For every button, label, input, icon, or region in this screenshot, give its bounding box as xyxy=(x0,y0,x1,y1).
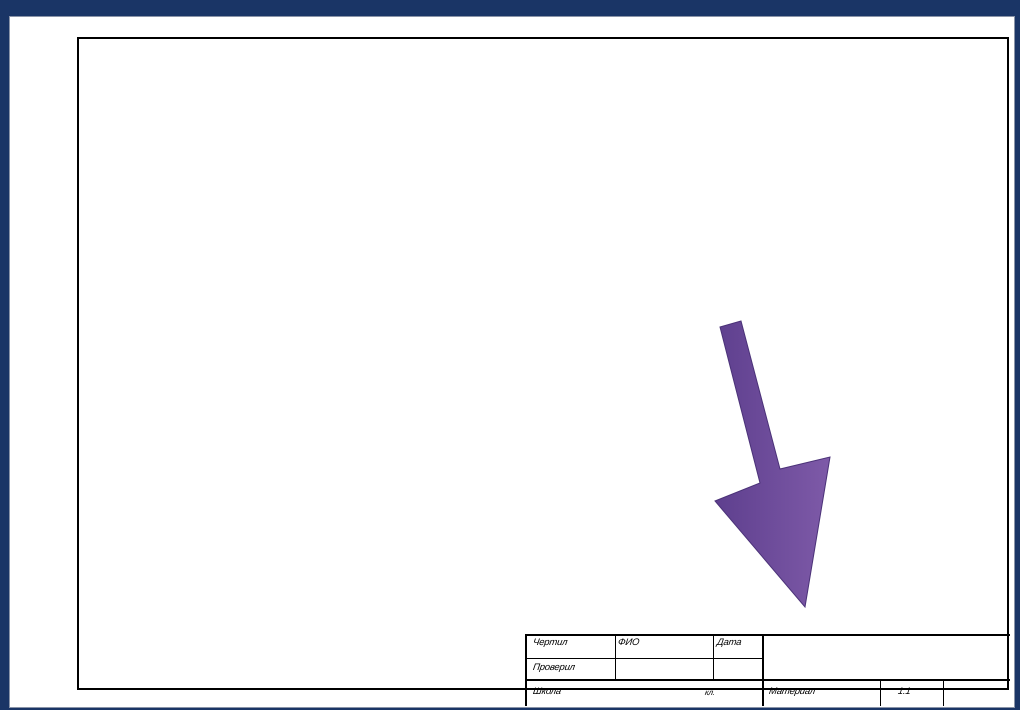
drawing-sheet: Чертил ФИО Дата Проверил Школа кл. Матер… xyxy=(9,16,1015,708)
title-block-left-line xyxy=(525,634,527,706)
drawn-by-label: Чертил xyxy=(532,637,569,648)
down-arrow-icon xyxy=(714,320,831,609)
drawing-frame xyxy=(77,37,1009,690)
title-block-col-line xyxy=(880,680,881,706)
class-label: кл. xyxy=(704,688,716,697)
title-block-top-line xyxy=(525,634,1010,636)
title-block-col-line xyxy=(762,634,764,706)
school-label: Школа xyxy=(532,686,562,697)
material-label: Материал xyxy=(768,686,816,697)
title-block-col-line xyxy=(713,634,714,680)
title-block-row-line xyxy=(525,658,763,659)
checked-by-label: Проверил xyxy=(532,662,576,673)
date-label: Дата xyxy=(716,637,743,648)
scale-value: 1:1 xyxy=(897,686,912,697)
title-block-row-line xyxy=(525,679,1010,681)
name-label: ФИО xyxy=(617,637,640,648)
title-block-col-line xyxy=(615,634,616,680)
title-block: Чертил ФИО Дата Проверил Школа кл. Матер… xyxy=(525,634,1010,706)
title-block-col-line xyxy=(943,680,944,706)
